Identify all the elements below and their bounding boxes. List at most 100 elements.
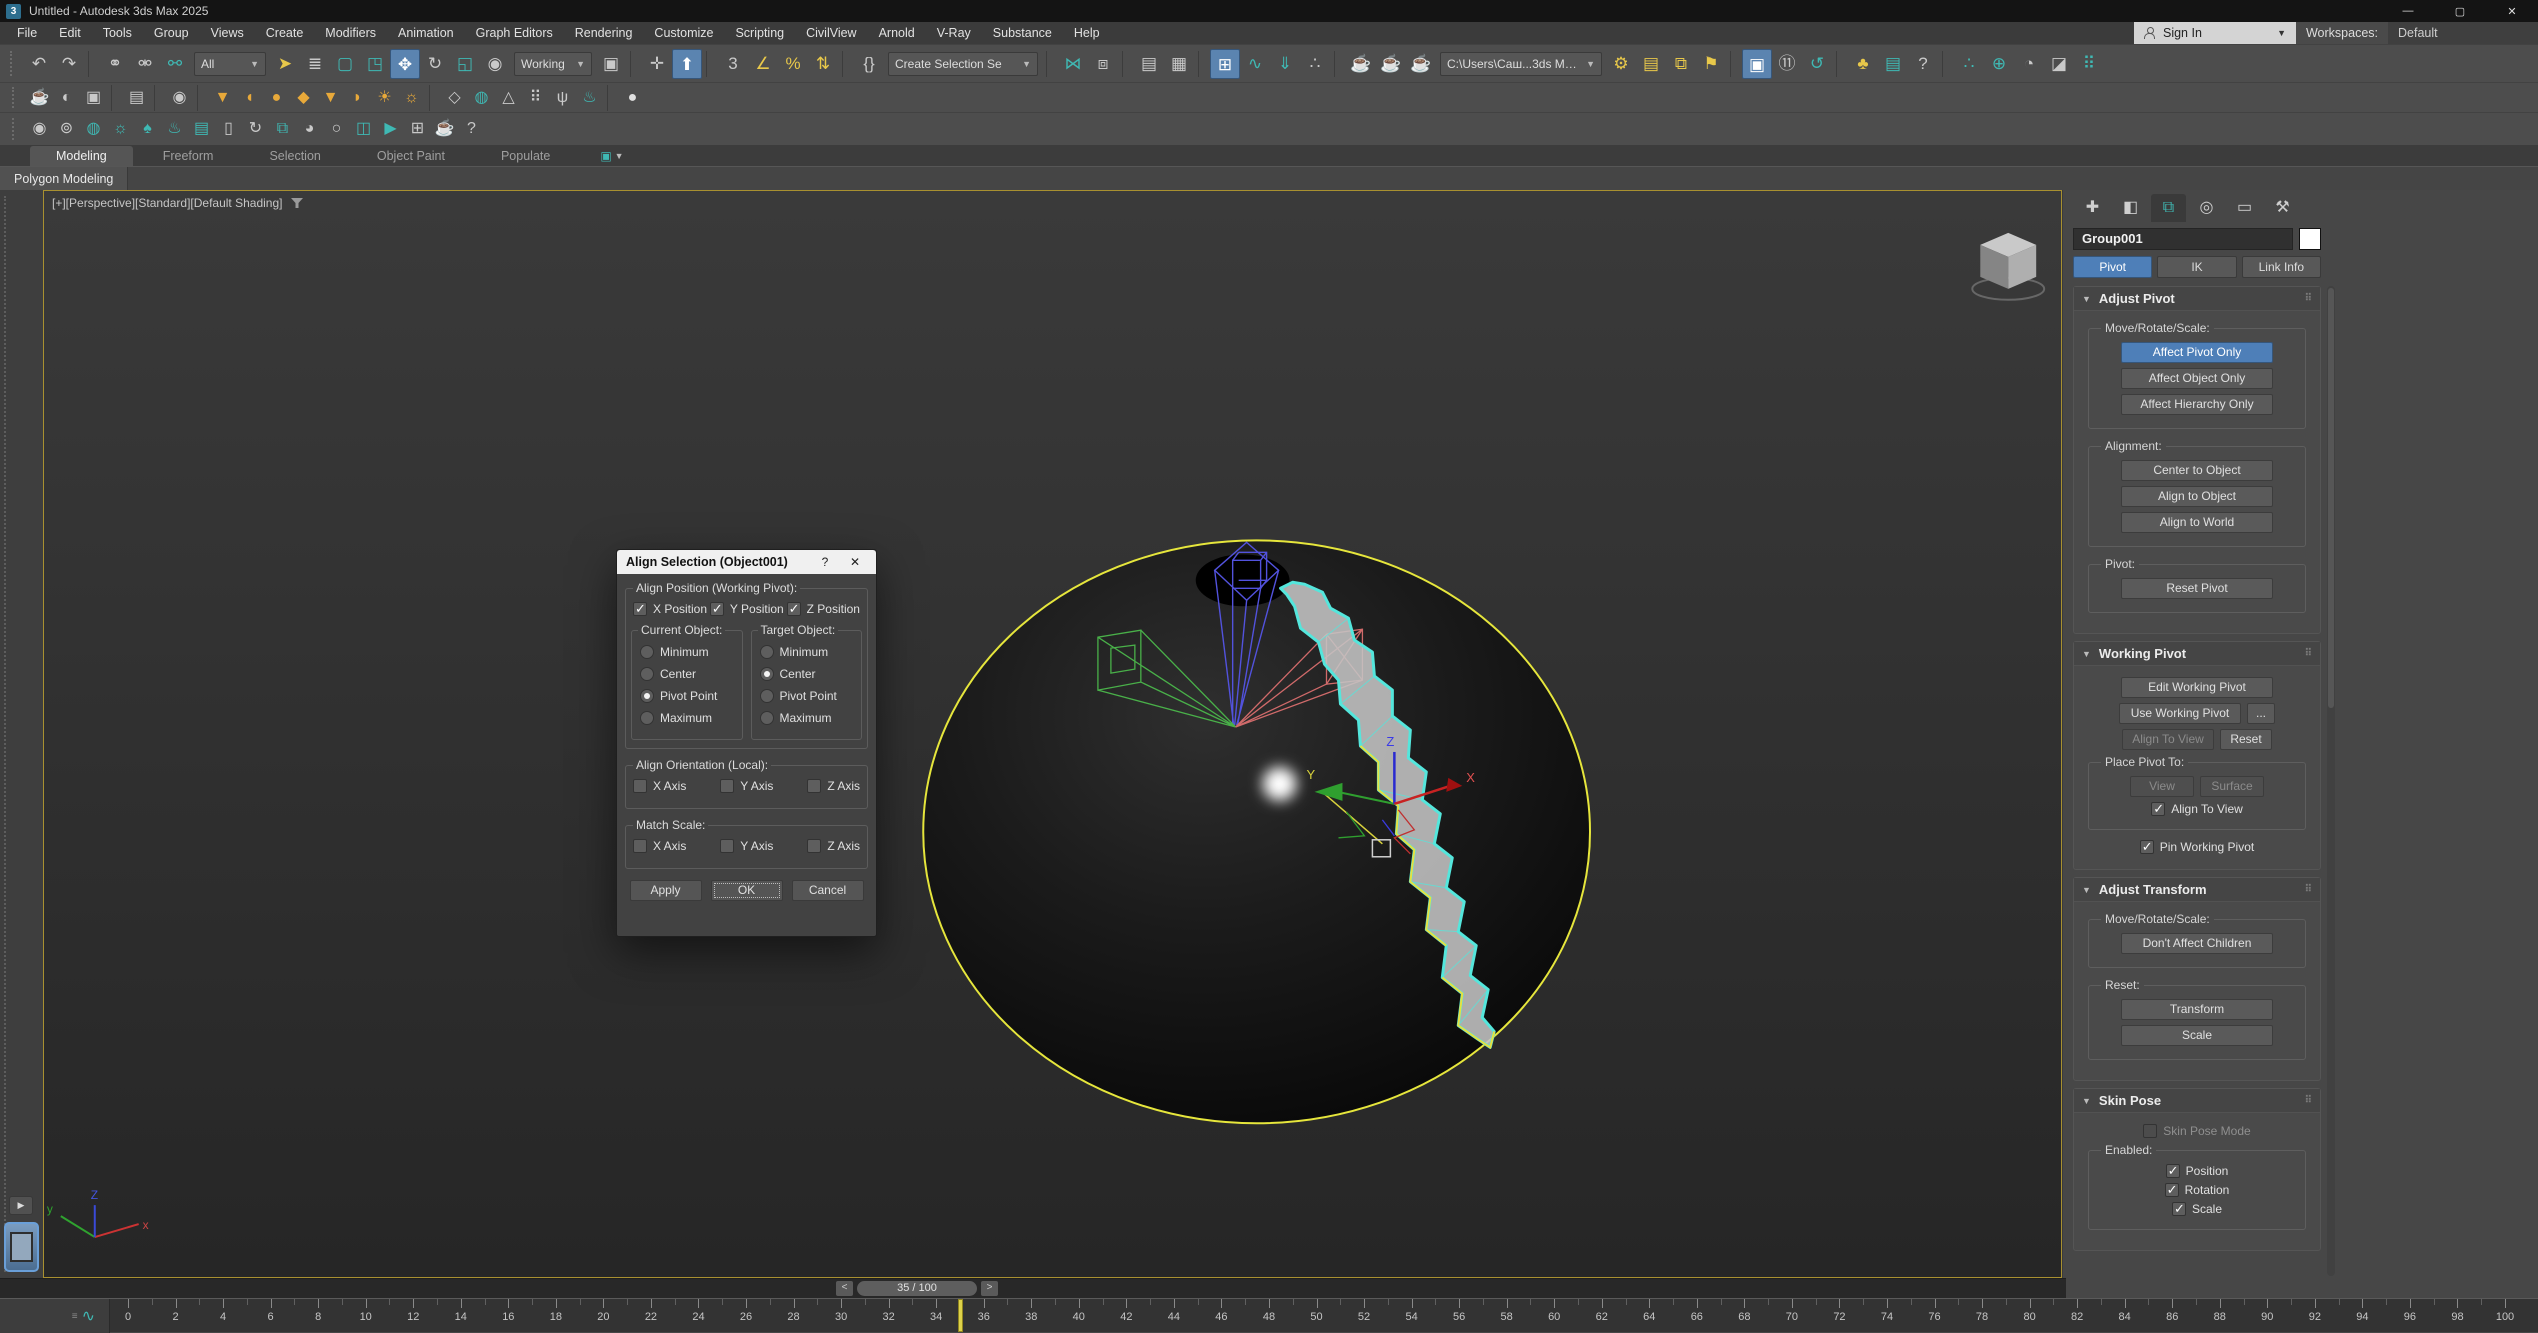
teapot-icon[interactable]: ☕ (431, 116, 458, 142)
next-frame-button[interactable]: > (981, 1281, 998, 1296)
menu-arnold[interactable]: Arnold (868, 22, 926, 44)
select-and-place-icon[interactable]: ◉ (480, 49, 510, 79)
vray-camera-icon[interactable]: ◉ (166, 85, 193, 111)
select-similar-icon[interactable]: ⬆ (672, 49, 702, 79)
forest-pack-icon[interactable]: ♣ (1848, 49, 1878, 79)
align-icon[interactable]: ⧈ (1088, 49, 1118, 79)
spheres-tool-icon[interactable]: ◔ (2014, 49, 2044, 79)
scene-3d[interactable]: X Y Z x y Z (44, 191, 2061, 1277)
close-button[interactable]: ✕ (2486, 0, 2538, 22)
y-position-checkbox[interactable]: Y Position (710, 602, 784, 616)
vray-fur-icon[interactable]: ψ (549, 85, 576, 111)
previous-frame-button[interactable]: < (836, 1281, 853, 1296)
select-and-link-icon[interactable]: ⚭ (100, 49, 130, 79)
object-name-field[interactable]: Group001 (2073, 228, 2293, 250)
menu-create[interactable]: Create (255, 22, 315, 44)
reset-working-pivot-button[interactable]: Reset (2220, 729, 2272, 750)
time-slider[interactable]: < 35 / 100 > (836, 1281, 998, 1296)
menu-v-ray[interactable]: V-Ray (926, 22, 982, 44)
menu-substance[interactable]: Substance (982, 22, 1063, 44)
x-position-checkbox[interactable]: X Position (633, 602, 707, 616)
reset-scale-button[interactable]: Scale (2121, 1025, 2273, 1046)
motion-tab[interactable]: ◎ (2189, 194, 2224, 222)
reset-pivot-button[interactable]: Reset Pivot (2121, 578, 2273, 599)
menu-file[interactable]: File (6, 22, 48, 44)
undo-icon[interactable]: ↶ (24, 49, 54, 79)
skin-pose-rotation-checkbox[interactable]: Rotation (2165, 1183, 2230, 1197)
edit-working-pivot-button[interactable]: Edit Working Pivot (2121, 677, 2273, 698)
help-circle-icon[interactable]: ? (458, 116, 485, 142)
grid-icon[interactable]: ⊞ (404, 116, 431, 142)
menu-group[interactable]: Group (143, 22, 200, 44)
rollout-header-working-pivot[interactable]: ▼Working Pivot⠿ (2074, 642, 2320, 666)
spinner-snap-toggle-icon[interactable]: ⇅ (808, 49, 838, 79)
menu-tools[interactable]: Tools (92, 22, 143, 44)
dialog-help-button[interactable]: ? (813, 555, 837, 569)
render-link-icon[interactable]: ⧉ (1666, 49, 1696, 79)
target-center-radio[interactable]: Center (760, 667, 854, 681)
scale-x-axis-checkbox[interactable]: X Axis (633, 839, 686, 853)
menu-customize[interactable]: Customize (643, 22, 724, 44)
z-position-checkbox[interactable]: Z Position (787, 602, 860, 616)
ribbon-tab-freeform[interactable]: Freeform (137, 146, 240, 166)
menu-animation[interactable]: Animation (387, 22, 465, 44)
current-center-radio[interactable]: Center (640, 667, 734, 681)
menu-graph-editors[interactable]: Graph Editors (465, 22, 564, 44)
skin-pose-scale-checkbox[interactable]: Scale (2172, 1202, 2222, 1216)
ribbon-tab-dropdown[interactable]: ▣ ▼ (600, 149, 623, 166)
toggle-ribbon-icon[interactable]: ▦ (1164, 49, 1194, 79)
list-icon[interactable]: ▤ (188, 116, 215, 142)
vray-sun-icon[interactable]: ☀ (371, 85, 398, 111)
vray-sphere-icon[interactable]: ● (619, 85, 646, 111)
scale-y-axis-checkbox[interactable]: Y Axis (720, 839, 773, 853)
layers-icon[interactable]: ⧉ (269, 116, 296, 142)
panel-scrollbar[interactable] (2327, 286, 2335, 1276)
panel-icon[interactable]: ◫ (350, 116, 377, 142)
camera-add-icon[interactable]: ⊚ (53, 116, 80, 142)
angle-snap-toggle-icon[interactable]: ∠ (748, 49, 778, 79)
dope-sheet-icon[interactable]: ⇓ (1270, 49, 1300, 79)
dock-play-button[interactable]: ▶ (9, 1196, 33, 1215)
toolbar-grip[interactable] (10, 51, 16, 77)
menu-modifiers[interactable]: Modifiers (314, 22, 387, 44)
menu-rendering[interactable]: Rendering (564, 22, 644, 44)
sign-in-button[interactable]: Sign In ▼ (2134, 22, 2296, 44)
link-info-mode-button[interactable]: Link Info (2242, 256, 2321, 278)
current-frame-display[interactable]: 35 / 100 (857, 1281, 977, 1296)
affect-hierarchy-only-button[interactable]: Affect Hierarchy Only (2121, 394, 2273, 415)
skin-pose-mode-checkbox[interactable]: Skin Pose Mode (2143, 1124, 2250, 1138)
mirror-icon[interactable]: ⋈ (1058, 49, 1088, 79)
working-pivot-options-button[interactable]: ... (2247, 703, 2275, 724)
target-pivot-point-radio[interactable]: Pivot Point (760, 689, 854, 703)
affect-object-only-button[interactable]: Affect Object Only (2121, 368, 2273, 389)
scatter-tool-icon[interactable]: ∴ (1954, 49, 1984, 79)
light-bulb-icon[interactable]: ◍ (80, 116, 107, 142)
select-and-scale-icon[interactable]: ◱ (450, 49, 480, 79)
autosave-toggle-icon[interactable]: ▣ (1742, 49, 1772, 79)
select-by-name-icon[interactable]: ≣ (300, 49, 330, 79)
target-tool-icon[interactable]: ⊕ (1984, 49, 2014, 79)
dialog-title-bar[interactable]: Align Selection (Object001) ? ✕ (617, 550, 876, 574)
utilities-tab[interactable]: ⚒ (2265, 194, 2300, 222)
playhead-marker[interactable] (958, 1299, 963, 1332)
vray-sky-icon[interactable]: ☼ (398, 85, 425, 111)
palette-icon[interactable]: ◕ (296, 116, 323, 142)
pin-working-pivot-checkbox[interactable]: Pin Working Pivot (2140, 840, 2254, 854)
motion-mixer-icon[interactable]: ∴ (1300, 49, 1330, 79)
toolbar-grip[interactable] (12, 87, 18, 107)
document-icon[interactable]: ▤ (1878, 49, 1908, 79)
apply-button[interactable]: Apply (630, 880, 702, 901)
timeline-ruler[interactable]: 0246810121416182022242628303234363840424… (110, 1299, 2538, 1333)
reset-transform-button[interactable]: Transform (2121, 999, 2273, 1020)
unlink-selection-icon[interactable]: ⚮ (130, 49, 160, 79)
current-maximum-radio[interactable]: Maximum (640, 711, 734, 725)
create-tab[interactable]: ✚ (2075, 194, 2110, 222)
ribbon-tab-populate[interactable]: Populate (475, 146, 576, 166)
toggle-scene-explorer-icon[interactable]: ⊞ (1210, 49, 1240, 79)
orient-x-axis-checkbox[interactable]: X Axis (633, 779, 686, 793)
vray-scatter-icon[interactable]: △ (495, 85, 522, 111)
percent-snap-toggle-icon[interactable]: % (778, 49, 808, 79)
align-to-object-button[interactable]: Align to Object (2121, 486, 2273, 507)
menu-help[interactable]: Help (1063, 22, 1111, 44)
vray-proxy-icon[interactable]: ◇ (441, 85, 468, 111)
